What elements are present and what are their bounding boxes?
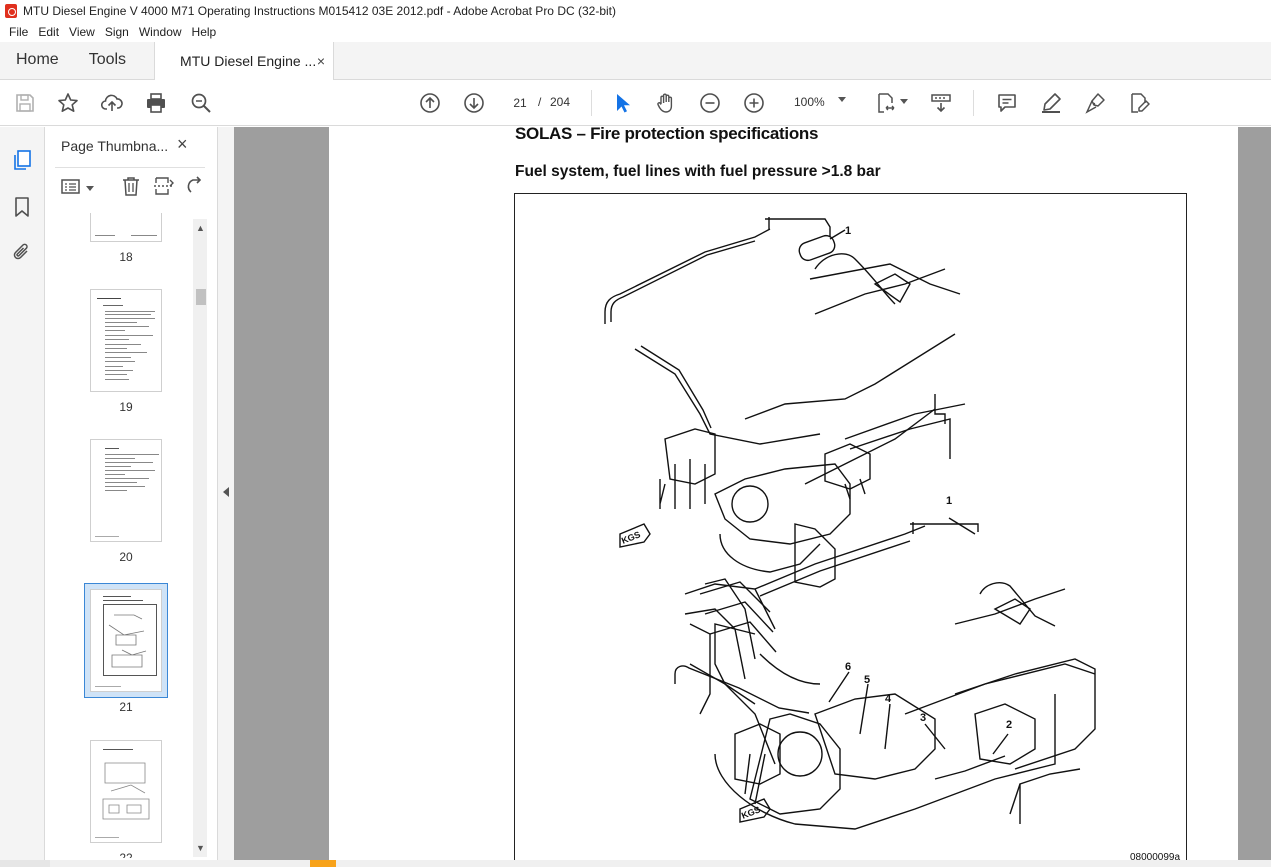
diagram-label-4: 4 [885,693,892,705]
panel-close-icon[interactable]: × [177,134,188,155]
menu-window[interactable]: Window [134,25,187,39]
bookmark-star-icon[interactable] [57,92,79,114]
thumbnail-list: 18 19 20 21 22 [55,213,205,858]
thumbnail-label-19: 19 [119,400,133,414]
toolbar: / 204 100% [0,80,1271,126]
status-strip [0,860,1271,867]
comment-icon[interactable] [996,92,1018,114]
acrobat-app-icon [5,4,17,18]
highlight-pen-icon[interactable] [1040,92,1062,114]
title-bar: MTU Diesel Engine V 4000 M71 Operating I… [0,0,1271,22]
navigation-strip [0,127,45,867]
scroll-up-icon[interactable]: ▲ [196,223,205,233]
diagram-label-1-upper: 1 [845,225,851,237]
rotate-page-icon[interactable] [185,175,207,197]
thumbnail-page-22[interactable] [90,740,162,843]
toolbar-divider [591,90,592,116]
tab-document[interactable]: MTU Diesel Engine ... × [154,42,335,80]
zoom-search-icon[interactable] [190,92,212,114]
zoom-level[interactable]: 100% [794,95,825,109]
document-page: SOLAS – Fire protection specifications F… [329,124,1238,863]
extract-pages-icon[interactable] [153,175,175,197]
hand-icon[interactable] [655,92,677,114]
page-fit-dropdown-icon[interactable] [900,99,908,104]
upload-icon[interactable] [101,92,123,114]
thumbnail-page-19[interactable] [90,289,162,392]
thumbnail-tools [55,175,205,203]
zoom-in-icon[interactable] [743,92,765,114]
thumbnail-options-dropdown-icon[interactable] [86,186,94,191]
thumbnail-label-22: 22 [119,851,133,858]
fill-sign-icon[interactable] [1128,92,1150,114]
tab-tools[interactable]: Tools [73,41,140,79]
page-down-icon[interactable] [463,92,485,114]
page-up-icon[interactable] [419,92,441,114]
tab-close-icon[interactable]: × [317,53,325,69]
menu-file[interactable]: File [4,25,33,39]
thumbnail-scrollbar[interactable]: ▲ ▼ [193,219,207,857]
menu-help[interactable]: Help [187,25,222,39]
bookmarks-icon[interactable] [11,196,33,218]
scrollbar-thumb[interactable] [196,289,206,305]
page-thumbnails-panel: Page Thumbna... × 18 19 20 21 22 ▲ ▼ [45,127,217,860]
save-icon[interactable] [14,92,36,114]
sign-icon[interactable] [1084,92,1106,114]
menu-bar: File Edit View Sign Window Help [0,22,1271,42]
menu-sign[interactable]: Sign [100,25,134,39]
scroll-mode-icon[interactable] [930,92,952,114]
diagram-label-3: 3 [920,712,926,724]
figure-heading: Fuel system, fuel lines with fuel pressu… [515,163,881,180]
thumbnail-options-icon[interactable] [60,175,82,197]
document-viewer[interactable]: SOLAS – Fire protection specifications F… [234,124,1271,863]
thumbnail-label-21: 21 [119,700,133,714]
scroll-down-icon[interactable]: ▼ [196,843,205,853]
window-title: MTU Diesel Engine V 4000 M71 Operating I… [23,4,616,18]
page-separator: / [538,95,542,109]
panel-divider [55,167,205,168]
diagram-label-6: 6 [845,661,851,673]
status-segment [50,860,310,867]
tab-home[interactable]: Home [0,41,73,79]
engine-line-drawing: 1 1 2 3 4 5 6 KGS KGS [604,217,1096,830]
page-fit-icon[interactable] [875,92,897,114]
thumbnail-label-20: 20 [119,550,133,564]
document-scroll-gutter[interactable] [1238,127,1271,860]
page-total: 204 [550,95,571,109]
thumbnail-label-18: 18 [119,250,133,264]
page-thumbnails-icon[interactable] [11,149,33,171]
section-heading: SOLAS – Fire protection specifications [515,124,819,143]
diagram-label-1-lower: 1 [946,495,952,507]
page-number-input[interactable] [507,92,533,114]
status-accent-segment [310,860,336,867]
tab-document-label: MTU Diesel Engine ... [180,53,317,69]
menu-view[interactable]: View [64,25,100,39]
select-cursor-icon[interactable] [611,92,633,114]
zoom-dropdown-icon[interactable] [838,97,846,102]
thumbnail-page-18[interactable] [90,213,162,242]
fuel-system-diagram: 1 1 2 3 4 5 6 KGS KGS 08000099a [514,193,1187,863]
print-icon[interactable] [145,92,167,114]
diagram-label-5: 5 [864,674,870,686]
sidebar-collapse-handle[interactable] [217,127,234,860]
collapse-arrow-icon[interactable] [223,487,229,497]
diagram-label-2: 2 [1006,719,1012,731]
thumbnail-page-20[interactable] [90,439,162,542]
panel-title: Page Thumbna... [61,138,169,154]
zoom-out-icon[interactable] [699,92,721,114]
menu-edit[interactable]: Edit [33,25,64,39]
status-segment [336,860,1271,867]
attachments-icon[interactable] [11,241,33,263]
thumbnail-page-21[interactable] [90,589,162,692]
toolbar-divider [973,90,974,116]
tab-row: Home Tools MTU Diesel Engine ... × [0,42,1271,80]
delete-page-icon[interactable] [120,175,142,197]
